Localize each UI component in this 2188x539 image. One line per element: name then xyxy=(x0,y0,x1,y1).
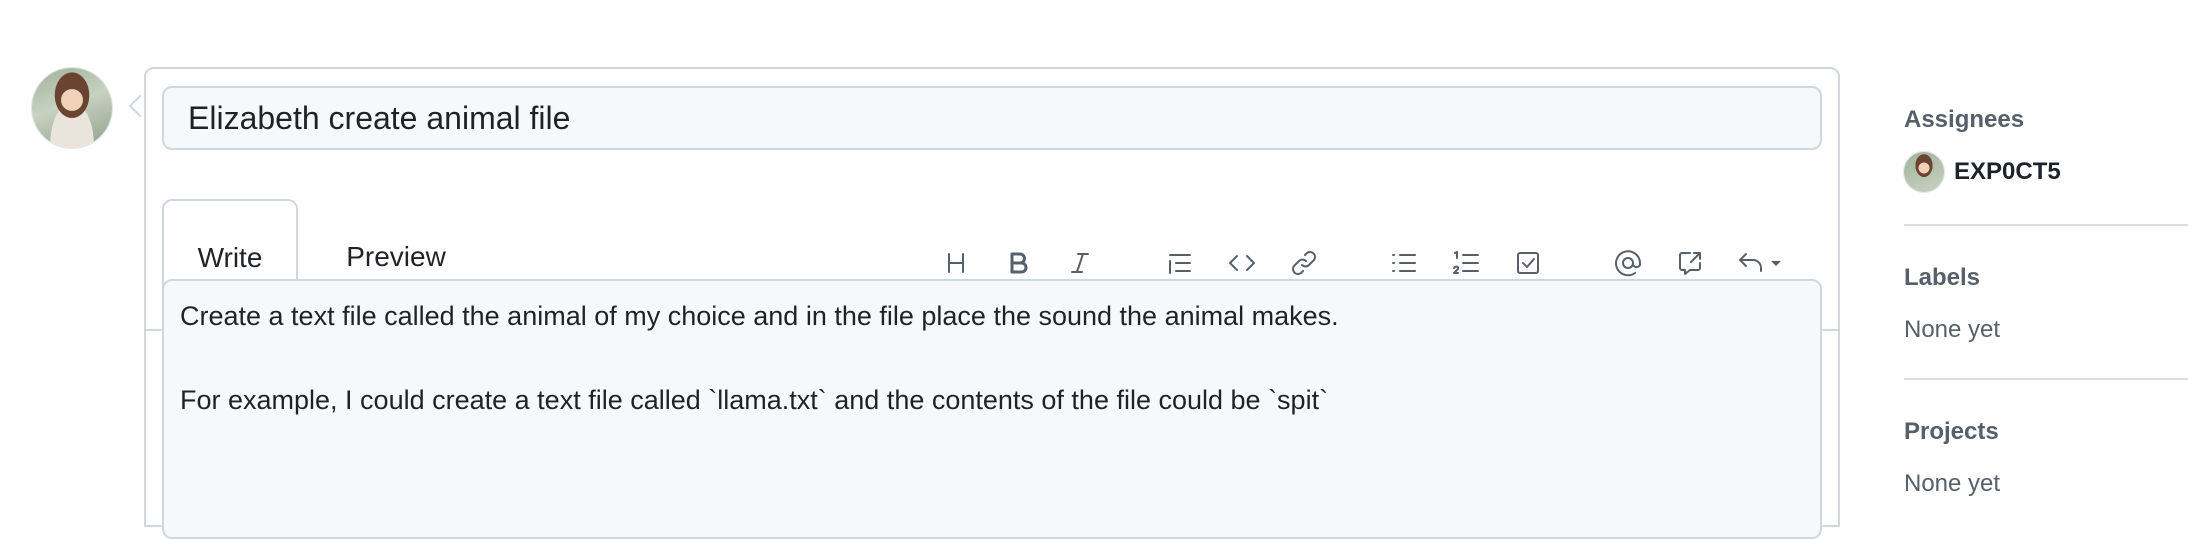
author-avatar[interactable] xyxy=(32,68,112,148)
chevron-down-icon xyxy=(1771,261,1781,266)
tab-preview-label: Preview xyxy=(346,241,446,272)
task-list-icon xyxy=(1517,252,1539,274)
projects-heading[interactable]: Projects xyxy=(1904,418,1999,446)
heading-icon xyxy=(948,253,964,273)
unordered-list-icon xyxy=(1392,254,1416,272)
avatar xyxy=(1904,152,1944,192)
body-line: For example, I could create a text file … xyxy=(180,385,1329,415)
ordered-list-icon xyxy=(1453,251,1479,274)
cross-reference-icon xyxy=(1679,252,1701,275)
projects-value: None yet xyxy=(1904,470,2001,497)
body-blank-line xyxy=(180,337,1804,379)
italic-icon xyxy=(1071,253,1089,273)
assignees-heading[interactable]: Assignees xyxy=(1904,106,2024,134)
bold-icon xyxy=(1010,252,1028,274)
issue-body-textarea[interactable]: Create a text file called the animal of … xyxy=(162,279,1822,539)
link-icon xyxy=(1292,251,1316,275)
saved-replies-icon xyxy=(1739,253,1762,272)
tab-write-label: Write xyxy=(197,242,263,273)
labels-value: None yet xyxy=(1904,316,2001,343)
labels-heading[interactable]: Labels xyxy=(1904,264,1980,292)
issue-title-input[interactable] xyxy=(162,86,1822,150)
assignee-item[interactable]: EXP0CT5 xyxy=(1904,152,2061,192)
sidebar-divider xyxy=(1904,224,2188,226)
quote-icon xyxy=(1169,254,1191,274)
assignee-name: EXP0CT5 xyxy=(1954,158,2061,185)
sidebar-divider xyxy=(1904,378,2188,380)
body-line: Create a text file called the animal of … xyxy=(180,301,1339,331)
tab-write-underline-mask xyxy=(164,215,296,219)
issue-composer: Write Preview xyxy=(144,67,1840,539)
code-icon xyxy=(1229,255,1255,271)
mention-icon xyxy=(1615,250,1641,277)
